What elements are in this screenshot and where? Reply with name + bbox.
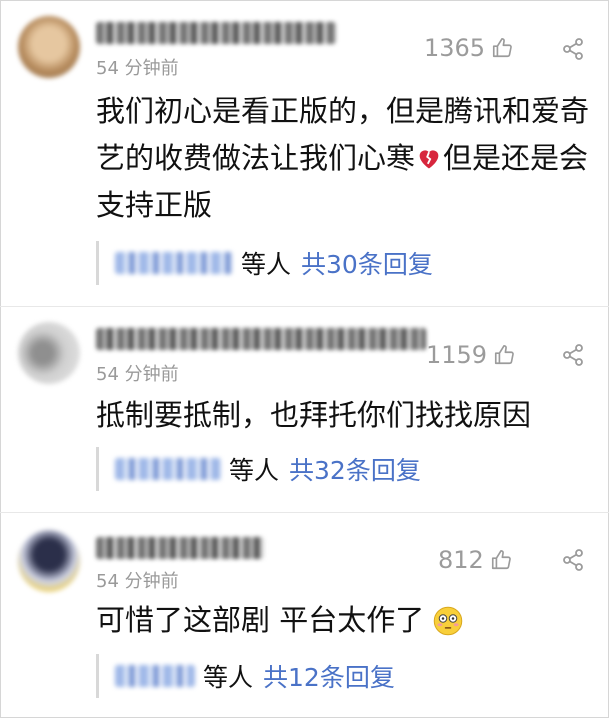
comment-text: 抵制要抵制，也拜托你们找找原因: [96, 398, 532, 432]
like-count: 1365: [424, 34, 486, 62]
avatar[interactable]: [18, 530, 80, 592]
share-icon[interactable]: [561, 343, 585, 367]
reply-user-blurred: [115, 458, 221, 480]
divider: [0, 512, 609, 513]
comment-time: 54 分钟前: [96, 571, 179, 592]
broken-heart-icon: [419, 150, 439, 169]
comment-text: 我们初心是看正版的，但是腾讯和爱奇艺的收费做法让我们心寒 但是还是会支持正版: [96, 94, 590, 222]
username-blurred[interactable]: [96, 328, 426, 350]
share-icon[interactable]: [561, 548, 585, 572]
avatar[interactable]: [18, 322, 80, 384]
comment-time: 54 分钟前: [96, 364, 179, 385]
reply-summary[interactable]: 等人 共12条回复: [96, 654, 395, 698]
thumbs-up-icon: [495, 345, 514, 365]
reply-summary[interactable]: 等人 共32条回复: [96, 447, 421, 491]
reply-count-link[interactable]: 共12条回复: [263, 658, 395, 694]
flushed-face-icon: [434, 606, 463, 636]
reply-user-blurred: [115, 665, 195, 687]
share-icon[interactable]: [561, 37, 585, 61]
reply-count-link[interactable]: 共30条回复: [301, 245, 433, 281]
username-blurred[interactable]: [96, 537, 264, 559]
reply-summary[interactable]: 等人 共30条回复: [96, 241, 433, 285]
thumbs-up-icon: [491, 550, 511, 570]
comment-text: 可惜了这部剧 平台太作了: [96, 597, 596, 644]
username-blurred[interactable]: [96, 22, 336, 44]
like-button[interactable]: 812: [438, 546, 512, 574]
reply-user-blurred: [115, 252, 233, 274]
comment-time: 54 分钟前: [96, 58, 179, 79]
like-count: 812: [438, 546, 484, 574]
reply-count-link[interactable]: 共32条回复: [289, 451, 421, 487]
like-button[interactable]: 1365: [424, 34, 513, 62]
thumbs-up-icon: [493, 38, 512, 58]
like-count: 1159: [426, 341, 488, 369]
divider: [0, 306, 609, 307]
like-button[interactable]: 1159: [426, 341, 515, 369]
avatar[interactable]: [18, 16, 80, 78]
